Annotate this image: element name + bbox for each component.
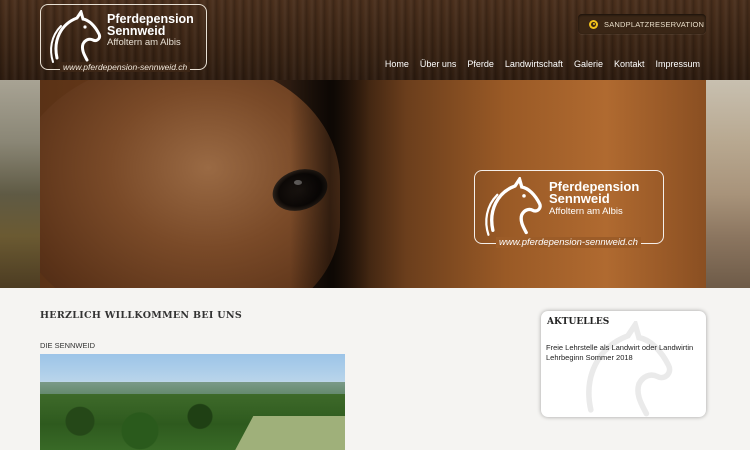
photo-trees — [40, 402, 240, 450]
logo-title-line2: Sennweid — [107, 24, 166, 38]
site-logo[interactable]: Pferdepension Sennweid Affoltern am Albi… — [40, 4, 207, 70]
logo-subtitle: Affoltern am Albis — [107, 37, 181, 48]
horse-head-watermark-icon — [586, 321, 673, 417]
news-item-link[interactable]: Freie Lehrstelle als Landwirt oder Landw… — [546, 343, 701, 363]
hero-logo-subtitle: Affoltern am Albis — [549, 206, 623, 217]
page-title: HERZLICH WILLKOMMEN BEI UNS — [40, 310, 242, 321]
nav-item-landwirtschaft[interactable]: Landwirtschaft — [505, 59, 563, 69]
hero-background-right — [706, 80, 750, 288]
sandplatz-reservation-button[interactable]: SANDPLATZRESERVATION — [578, 14, 706, 34]
site-header: Pferdepension Sennweid Affoltern am Albi… — [0, 0, 750, 80]
nav-item-impressum[interactable]: Impressum — [655, 59, 700, 69]
horse-head-icon — [485, 177, 542, 236]
logo-url: www.pferdepension-sennweid.ch — [60, 62, 191, 72]
hero-shadow — [290, 80, 370, 288]
nav-item-home[interactable]: Home — [385, 59, 409, 69]
hero-background-left — [0, 80, 40, 288]
target-icon — [589, 19, 598, 29]
landscape-photo — [40, 354, 345, 450]
hero-logo-title-line2: Sennweid — [549, 191, 610, 206]
nav-item-ueber-uns[interactable]: Über uns — [420, 59, 457, 69]
hero-banner: Pferdepension Sennweid Affoltern am Albi… — [40, 80, 706, 288]
main-navigation: Home Über uns Pferde Landwirtschaft Gale… — [385, 59, 700, 69]
nav-item-pferde[interactable]: Pferde — [467, 59, 494, 69]
reservation-button-label: SANDPLATZRESERVATION — [604, 19, 705, 29]
hero-logo-url: www.pferdepension-sennweid.ch — [496, 237, 641, 248]
news-box: AKTUELLES Freie Lehrstelle als Landwirt … — [541, 311, 706, 417]
section-label: DIE SENNWEID — [40, 341, 96, 350]
horse-head-icon — [50, 10, 101, 63]
hero-logo: Pferdepension Sennweid Affoltern am Albi… — [474, 170, 664, 244]
nav-item-galerie[interactable]: Galerie — [574, 59, 603, 69]
news-box-title: AKTUELLES — [547, 317, 610, 327]
nav-item-kontakt[interactable]: Kontakt — [614, 59, 645, 69]
